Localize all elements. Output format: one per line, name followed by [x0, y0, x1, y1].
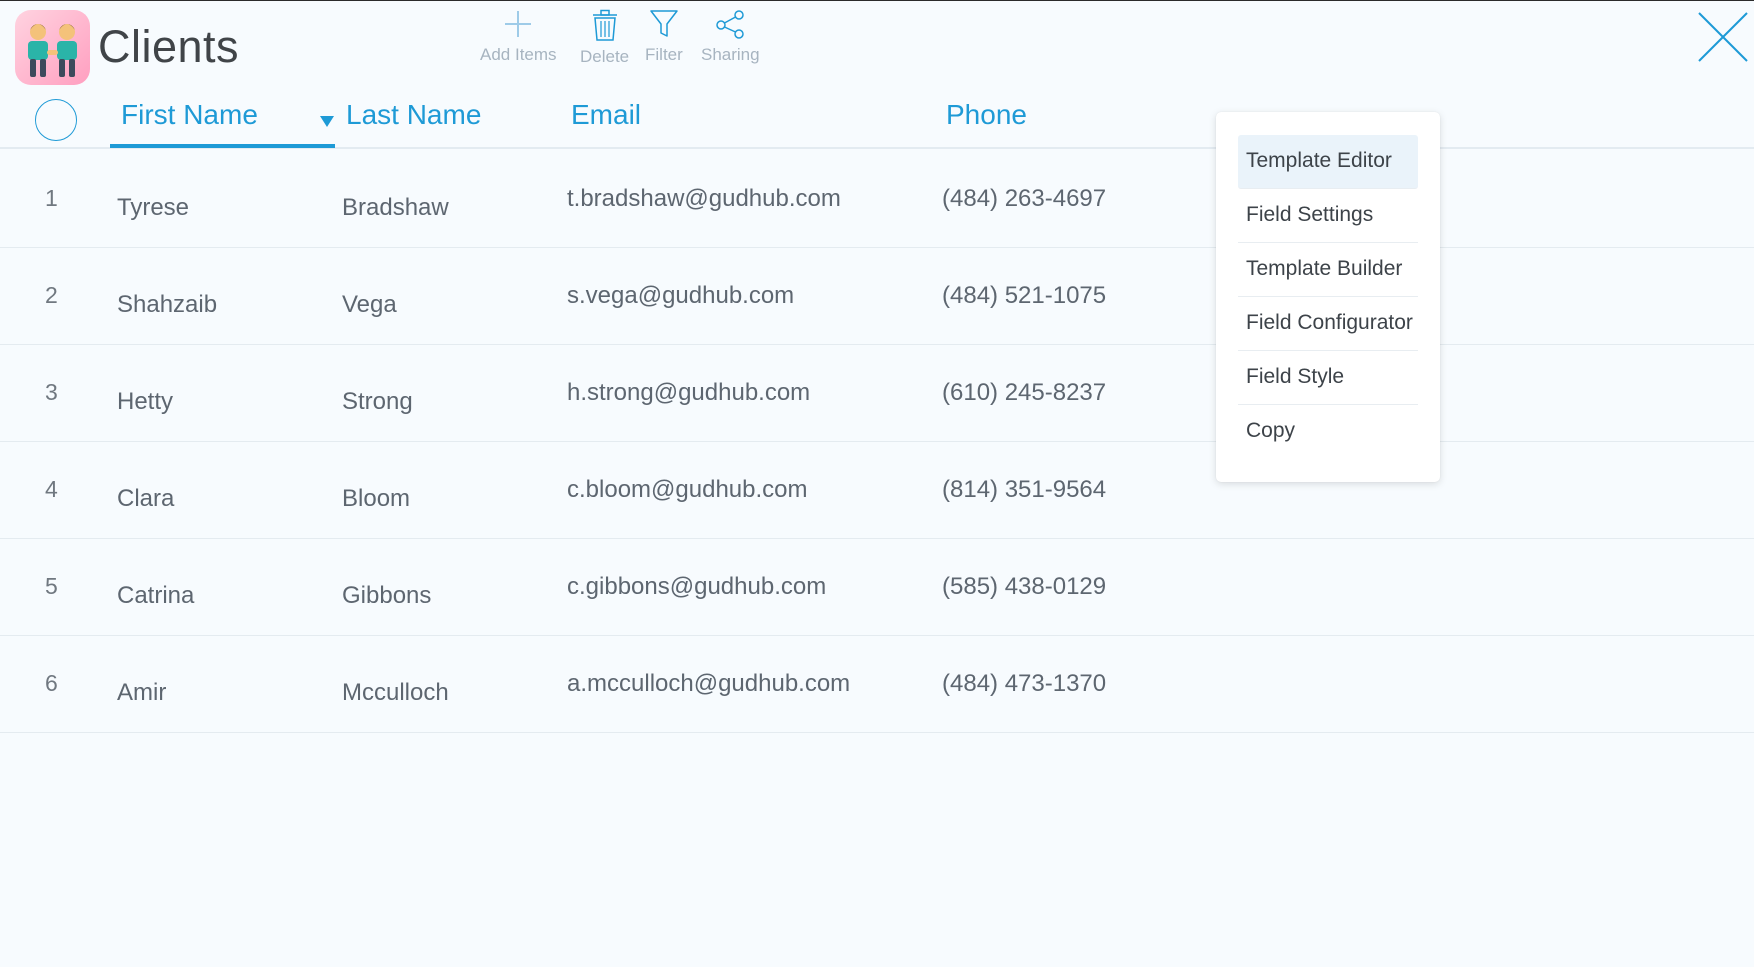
column-header-email[interactable]: Email [571, 99, 641, 131]
share-icon [716, 10, 745, 39]
column-header-last-name[interactable]: Last Name [346, 99, 481, 131]
filter-label: Filter [645, 45, 683, 64]
select-all-checkbox[interactable] [35, 99, 77, 141]
email-cell: h.strong@gudhub.com [567, 379, 811, 406]
menu-item-field-settings[interactable]: Field Settings [1238, 189, 1418, 243]
plus-icon [505, 11, 532, 37]
app-header: Clients Add Items Delete Filter Sharing [0, 1, 1754, 91]
sort-arrow-icon[interactable] [320, 116, 334, 127]
menu-item-field-style[interactable]: Field Style [1238, 351, 1418, 405]
row-number: 2 [45, 282, 58, 308]
email-cell: t.bradshaw@gudhub.com [567, 185, 841, 212]
phone-cell: (484) 263-4697 [942, 185, 1107, 212]
table-body: 1 Tyrese Bradshaw t.bradshaw@gudhub.com … [0, 151, 1754, 733]
delete-label: Delete [580, 47, 630, 66]
first-name-cell: Hetty [117, 388, 174, 415]
email-cell: c.bloom@gudhub.com [567, 476, 808, 503]
phone-cell: (585) 438-0129 [942, 573, 1107, 600]
column-header-phone[interactable]: Phone [946, 99, 1027, 131]
app-icon [15, 10, 90, 85]
first-name-cell: Catrina [117, 582, 195, 609]
phone-cell: (484) 521-1075 [942, 282, 1107, 309]
people-holding-hands-icon [28, 24, 77, 77]
phone-cell: (814) 351-9564 [942, 476, 1107, 503]
table-header: First Name Last Name Email Phone [0, 91, 1754, 149]
last-name-cell: Bradshaw [342, 194, 449, 221]
app-title: Clients [98, 21, 240, 72]
add-items-label: Add Items [480, 45, 557, 64]
menu-item-field-configurator[interactable]: Field Configurator [1238, 297, 1418, 351]
row-number: 5 [45, 573, 58, 599]
menu-item-template-builder[interactable]: Template Builder [1238, 243, 1418, 297]
email-cell: c.gibbons@gudhub.com [567, 573, 827, 600]
row-number: 4 [45, 476, 58, 502]
last-name-cell: Mcculloch [342, 679, 449, 706]
add-items-button[interactable]: Add Items [480, 9, 557, 65]
delete-button[interactable]: Delete [580, 9, 629, 67]
table-row[interactable]: 5 Catrina Gibbons c.gibbons@gudhub.com (… [0, 539, 1754, 636]
first-name-cell: Shahzaib [117, 291, 218, 318]
table-row[interactable]: 4 Clara Bloom c.bloom@gudhub.com (814) 3… [0, 442, 1754, 539]
close-button[interactable] [1696, 10, 1750, 64]
last-name-cell: Strong [342, 388, 413, 415]
row-number: 3 [45, 379, 58, 405]
column-header-first-name[interactable]: First Name [121, 99, 258, 131]
first-name-cell: Tyrese [117, 194, 190, 221]
last-name-cell: Vega [342, 291, 397, 318]
last-name-cell: Bloom [342, 485, 411, 512]
sort-indicator-underline [110, 144, 335, 148]
phone-cell: (610) 245-8237 [942, 379, 1107, 406]
table-row[interactable]: 1 Tyrese Bradshaw t.bradshaw@gudhub.com … [0, 151, 1754, 248]
sharing-button[interactable]: Sharing [701, 9, 760, 65]
table-row[interactable]: 3 Hetty Strong h.strong@gudhub.com (610)… [0, 345, 1754, 442]
filter-icon [650, 10, 678, 37]
table-row[interactable]: 6 Amir Mcculloch a.mcculloch@gudhub.com … [0, 636, 1754, 733]
menu-item-copy[interactable]: Copy [1238, 405, 1418, 459]
last-name-cell: Gibbons [342, 582, 432, 609]
filter-button[interactable]: Filter [645, 9, 683, 65]
close-icon [1698, 12, 1748, 62]
phone-cell: (484) 473-1370 [942, 670, 1107, 697]
row-number: 6 [45, 670, 58, 696]
menu-item-template-editor[interactable]: Template Editor [1238, 135, 1418, 189]
table-row[interactable]: 2 Shahzaib Vega s.vega@gudhub.com (484) … [0, 248, 1754, 345]
trash-icon [592, 9, 617, 41]
first-name-cell: Amir [117, 679, 167, 706]
sharing-label: Sharing [701, 45, 760, 64]
email-cell: s.vega@gudhub.com [567, 282, 795, 309]
row-number: 1 [45, 185, 58, 211]
context-menu: Template Editor Field Settings Template … [1216, 112, 1440, 482]
email-cell: a.mcculloch@gudhub.com [567, 670, 851, 697]
first-name-cell: Clara [117, 485, 175, 512]
